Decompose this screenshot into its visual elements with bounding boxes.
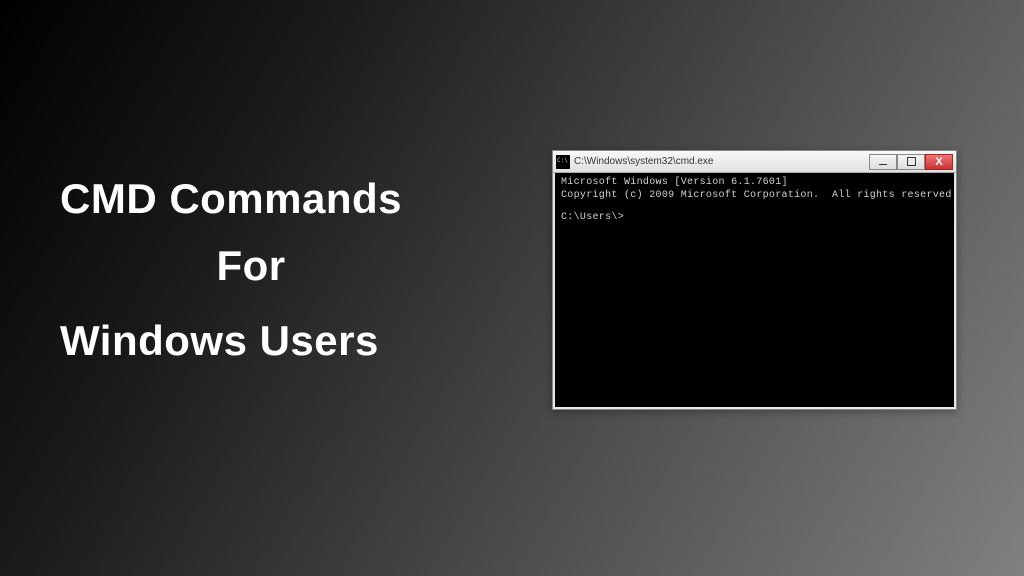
heading-line-2: For [100,232,402,299]
close-button[interactable]: X [925,154,953,170]
heading-line-3: Windows Users [60,307,402,374]
main-heading: CMD Commands For Windows Users [60,165,402,375]
terminal-prompt: C:\Users\> [561,212,948,225]
window-titlebar[interactable]: C:\Windows\system32\cmd.exe X [553,151,956,173]
window-title: C:\Windows\system32\cmd.exe [574,156,869,167]
terminal-output[interactable]: Microsoft Windows [Version 6.1.7601] Cop… [553,173,956,409]
window-controls: X [869,154,953,170]
minimize-button[interactable] [869,154,897,170]
cmd-icon [556,155,570,169]
heading-line-1: CMD Commands [60,165,402,232]
terminal-version-line: Microsoft Windows [Version 6.1.7601] [561,177,948,190]
cmd-window: C:\Windows\system32\cmd.exe X Microsoft … [552,150,957,410]
terminal-copyright-line: Copyright (c) 2009 Microsoft Corporation… [561,190,948,203]
maximize-button[interactable] [897,154,925,170]
